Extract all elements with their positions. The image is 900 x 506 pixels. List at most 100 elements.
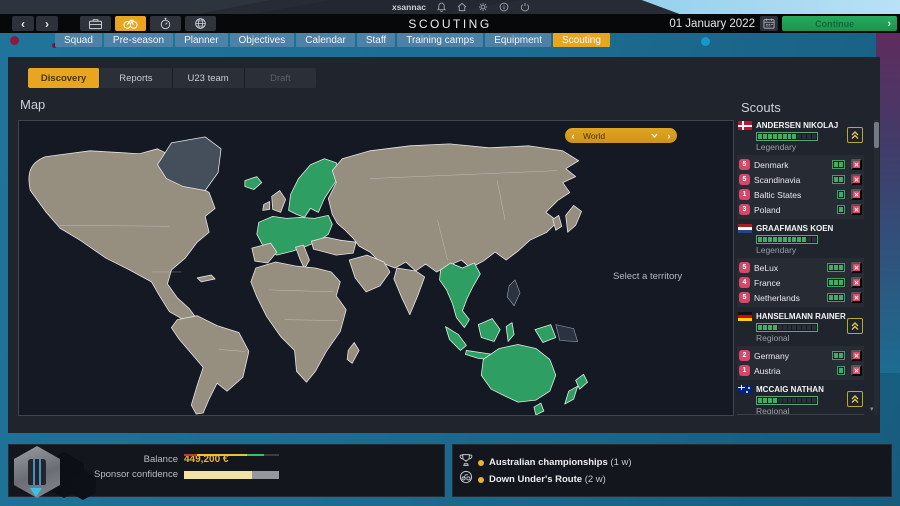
scouts-list: ANDERSEN NIKOLAJLegendary5Denmark✕5Scand… [737, 119, 864, 415]
remove-territory-button[interactable]: ✕ [851, 262, 862, 273]
rider-count-badge: 3 [739, 204, 750, 215]
remove-territory-button[interactable]: ✕ [851, 350, 862, 361]
scout-level: Legendary [756, 245, 833, 255]
remove-territory-button[interactable]: ✕ [851, 174, 862, 185]
sub-tab-reports[interactable]: Reports [100, 68, 172, 88]
remove-territory-button[interactable]: ✕ [851, 189, 862, 200]
tab-pre-season[interactable]: Pre-season [104, 33, 173, 47]
world-map-panel[interactable]: ‹ World › Select a territory [18, 120, 734, 416]
skill-cell [758, 237, 762, 242]
chevron-down-icon[interactable] [647, 133, 661, 138]
scroll-down-icon[interactable]: ▾ [870, 405, 874, 413]
info-icon[interactable] [499, 2, 509, 12]
tab-training-camps[interactable]: Training camps [397, 33, 483, 47]
knowledge-indicator [827, 278, 845, 287]
sponsor-confidence-fill [184, 471, 252, 479]
skill-cell [802, 398, 806, 403]
rider-count-badge: 5 [739, 159, 750, 170]
territory-row: 5Netherlands✕ [739, 290, 862, 305]
skill-cell [807, 237, 811, 242]
bell-icon[interactable] [437, 2, 446, 12]
territory-row: 5BeLux✕ [739, 260, 862, 275]
skill-cell [758, 134, 762, 139]
territory-row: 5Scandinavia✕ [739, 172, 862, 187]
skill-cell [802, 325, 806, 330]
scout-header: GRAAFMANS KOENLegendary [737, 222, 864, 258]
skill-cell [778, 325, 782, 330]
remove-territory-button[interactable]: ✕ [851, 159, 862, 170]
tab-staff[interactable]: Staff [357, 33, 395, 47]
world-map[interactable] [19, 121, 733, 415]
skill-cell [797, 398, 801, 403]
knowledge-cell [839, 192, 843, 197]
continue-button[interactable]: Continue › [782, 16, 897, 31]
team-jersey-icon [28, 459, 46, 485]
scout-skill-bar [756, 235, 818, 244]
scout-name: ANDERSEN NIKOLAJ [756, 121, 838, 130]
scout-nameline: HANSELMANN RAINER [738, 312, 846, 321]
collapse-scout-button[interactable] [847, 127, 863, 143]
remove-territory-button[interactable]: ✕ [851, 365, 862, 376]
sub-tab-discovery[interactable]: Discovery [28, 68, 100, 88]
skill-cell [768, 134, 772, 139]
territory-group: 5BeLux✕4France✕5Netherlands✕ [737, 258, 864, 307]
scout-card: GRAAFMANS KOENLegendary5BeLux✕4France✕5N… [737, 222, 864, 307]
skill-cell [797, 237, 801, 242]
skill-cell [802, 134, 806, 139]
skill-cell [778, 398, 782, 403]
scout-nameline: MCCAIG NATHAN [738, 385, 824, 394]
calendar-icon[interactable] [760, 16, 778, 31]
territory-group: 2Germany✕1Austria✕ [737, 346, 864, 380]
gear-icon[interactable] [478, 2, 488, 12]
scout-skill-bar [756, 323, 818, 332]
netherlands-flag-icon [738, 224, 752, 233]
skill-cell [788, 134, 792, 139]
skill-cell [763, 134, 767, 139]
skill-cell [812, 134, 816, 139]
knowledge-cell [829, 295, 833, 300]
sponsor-confidence-bar [184, 471, 279, 479]
knowledge-indicator [837, 366, 845, 375]
main-tab-row: SquadPre-seasonPlannerObjectivesCalendar… [55, 33, 610, 48]
sub-tab-u23-team[interactable]: U23 team [173, 68, 245, 88]
collapse-scout-button[interactable] [847, 391, 863, 407]
skill-cell [783, 134, 787, 139]
rider-count-badge: 1 [739, 365, 750, 376]
skill-cell [792, 398, 796, 403]
tab-scouting[interactable]: Scouting [553, 33, 610, 47]
skill-cell [758, 325, 762, 330]
remove-territory-button[interactable]: ✕ [851, 277, 862, 288]
power-icon[interactable] [520, 2, 530, 12]
tab-planner[interactable]: Planner [175, 33, 227, 47]
tab-objectives[interactable]: Objectives [230, 33, 295, 47]
territory-selector-value[interactable]: World [581, 131, 647, 141]
scout-name: MCCAIG NATHAN [756, 385, 824, 394]
scouts-scrollbar[interactable] [874, 120, 879, 415]
scout-header: MCCAIG NATHANRegional [737, 383, 864, 415]
rider-count-badge: 1 [739, 189, 750, 200]
remove-territory-button[interactable]: ✕ [851, 204, 862, 215]
scrollbar-thumb[interactable] [874, 122, 879, 148]
territory-selector[interactable]: ‹ World › [565, 128, 677, 143]
knowledge-cell [829, 265, 833, 270]
home-icon[interactable] [457, 2, 467, 12]
event-name[interactable]: Down Under's Route (2 w) [489, 474, 606, 485]
skill-cell [773, 325, 777, 330]
territory-prev-icon[interactable]: ‹ [565, 131, 581, 141]
tab-calendar[interactable]: Calendar [296, 33, 355, 47]
knowledge-indicator [827, 293, 845, 302]
sub-tab-draft[interactable]: Draft [245, 68, 316, 88]
scout-card: HANSELMANN RAINERRegional2Germany✕1Austr… [737, 310, 864, 380]
collapse-scout-button[interactable] [847, 318, 863, 334]
tab-squad[interactable]: Squad [55, 33, 102, 47]
remove-territory-button[interactable]: ✕ [851, 292, 862, 303]
skill-cell [763, 325, 767, 330]
tab-equipment[interactable]: Equipment [485, 33, 551, 47]
knowledge-cell [839, 280, 843, 285]
territory-next-icon[interactable]: › [661, 131, 677, 141]
event-name[interactable]: Australian championships (1 w) [489, 457, 632, 468]
decor-sky-triangle [585, 0, 900, 14]
skill-cell [783, 237, 787, 242]
skill-cell [797, 325, 801, 330]
skill-cell [773, 398, 777, 403]
